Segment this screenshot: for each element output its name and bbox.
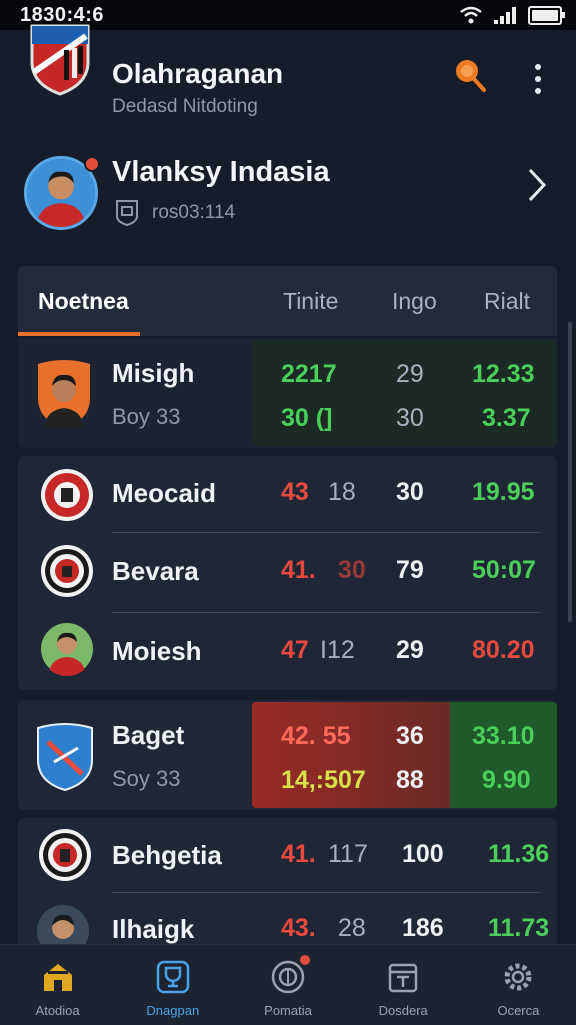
nav-label: Pomatia	[264, 1003, 312, 1018]
bottom-navigation: Atodioa Dnagpan Pomatia Dosdera Ocerca	[0, 944, 576, 1025]
stat-ingo: 30	[396, 478, 424, 506]
stat-rialt: 33.10	[472, 722, 535, 750]
stat-tinite: 2217	[281, 360, 337, 388]
table-header: Noetnea Tinite Ingo Rialt	[18, 266, 557, 336]
stat-rialt: 11.36	[488, 840, 550, 868]
table-row[interactable]: Meocaid 43 18 30 19.95	[18, 456, 557, 532]
nav-item-settings[interactable]: Ocerca	[461, 945, 576, 1025]
column-tinite[interactable]: Tinite	[283, 288, 338, 315]
calendar-icon	[388, 963, 418, 993]
scrollbar[interactable]	[568, 322, 572, 622]
stat-tinite-extra: I12	[320, 636, 355, 664]
stat-rialt: 12.33	[472, 360, 535, 388]
chevron-right-icon[interactable]	[526, 166, 548, 204]
stat-tinite-extra: 30	[338, 556, 366, 584]
team-list-card: Meocaid 43 18 30 19.95 Bevara 41. 30 79 …	[18, 456, 557, 690]
nav-label: Dosdera	[378, 1003, 428, 1018]
team-logo	[41, 469, 93, 521]
profile-name: Vlanksy Indasia	[112, 156, 330, 188]
stat-tinite: 43	[281, 478, 309, 506]
stat-rialt-2: 3.37	[482, 404, 531, 432]
stat-ingo: 79	[396, 556, 424, 584]
tab-noetnea[interactable]: Noetnea	[38, 288, 129, 315]
more-options-icon[interactable]	[528, 64, 548, 98]
stat-tinite-2: 30 (]	[281, 404, 333, 432]
team-logo	[37, 723, 93, 792]
column-ingo[interactable]: Ingo	[392, 288, 437, 315]
team-subtitle: Boy 33	[112, 404, 181, 429]
team-name: Moiesh	[112, 636, 202, 666]
team-name: Behgetia	[112, 840, 222, 870]
stat-rialt: 11.73	[488, 914, 550, 942]
profile-id: ros03:114	[152, 202, 236, 223]
team-card[interactable]: Misigh Boy 33 2217 29 12.33 30 (] 30 3.3…	[18, 338, 557, 448]
home-icon	[43, 964, 72, 991]
team-name: Baget	[112, 720, 185, 750]
team-name: Bevara	[112, 556, 199, 586]
stat-ingo: 186	[402, 914, 444, 942]
team-logo	[41, 545, 93, 597]
notification-dot	[84, 156, 100, 172]
signal-icon	[494, 6, 516, 24]
ball-icon	[271, 960, 305, 994]
stat-ingo: 100	[402, 840, 444, 868]
active-tab-indicator	[18, 332, 140, 336]
stat-rialt: 50:07	[472, 556, 536, 584]
wifi-icon	[460, 6, 482, 24]
stat-tinite-2: 14,:507	[281, 766, 366, 794]
club-logo	[30, 24, 90, 96]
row-divider	[112, 612, 541, 613]
nav-label: Ocerca	[497, 1003, 540, 1018]
notification-dot	[299, 955, 310, 965]
nav-item-trophy[interactable]: Dnagpan	[115, 945, 230, 1025]
team-name: Ilhaigk	[112, 914, 195, 944]
table-row[interactable]: Bevara 41. 30 79 50:07	[18, 534, 557, 610]
player-avatar	[41, 623, 93, 676]
row-divider	[112, 892, 541, 893]
stat-rialt: 80.20	[472, 636, 535, 664]
stat-tinite: 43.	[281, 914, 316, 942]
app-subtitle: Dedasd Nitdoting	[112, 96, 258, 117]
table-row[interactable]: Behgetia 41. 117 100 11.36	[18, 818, 557, 892]
nav-item-home[interactable]: Atodioa	[0, 945, 115, 1025]
stat-tinite-extra: 117	[328, 840, 368, 868]
nav-label: Dnagpan	[146, 1003, 200, 1018]
battery-icon	[528, 5, 565, 25]
stat-tinite-extra: 18	[328, 478, 356, 506]
team-card[interactable]: Baget Soy 33 42. 55 36 33.10 14,:507 88 …	[18, 700, 557, 810]
stat-tinite: 42. 55	[281, 722, 351, 750]
stat-tinite: 41.	[281, 840, 316, 868]
row-divider	[112, 532, 541, 533]
team-list-card: Behgetia 41. 117 100 11.36 Ilhaigk 43. 2…	[18, 818, 557, 958]
team-logo	[38, 360, 90, 428]
team-subtitle: Soy 33	[112, 766, 181, 791]
stat-ingo: 29	[396, 636, 424, 664]
stat-tinite-extra: 28	[338, 914, 366, 942]
nav-label: Atodioa	[35, 1003, 80, 1018]
stat-tinite: 41.	[281, 556, 316, 584]
app-title: Olahraganan	[112, 58, 284, 89]
stat-ingo: 36	[396, 722, 424, 750]
column-rialt[interactable]: Rialt	[484, 288, 530, 315]
nav-item-ball[interactable]: Pomatia	[230, 945, 345, 1025]
team-logo	[39, 829, 91, 881]
stat-ingo-2: 88	[396, 766, 424, 794]
id-badge-icon	[116, 200, 138, 226]
team-name: Misigh	[112, 358, 195, 388]
team-name: Meocaid	[112, 478, 217, 508]
stat-rialt-2: 9.90	[482, 766, 531, 794]
table-row[interactable]: Moiesh 47 I12 29 80.20	[18, 614, 557, 690]
stat-tinite: 47	[281, 636, 309, 664]
gear-icon	[504, 963, 532, 991]
stat-rialt: 19.95	[472, 478, 535, 506]
stat-ingo-2: 30	[396, 404, 424, 432]
nav-item-calendar[interactable]: Dosdera	[346, 945, 461, 1025]
search-icon[interactable]	[452, 56, 488, 96]
stat-ingo: 29	[396, 360, 424, 388]
trophy-icon	[156, 960, 190, 994]
status-icons	[460, 5, 565, 25]
